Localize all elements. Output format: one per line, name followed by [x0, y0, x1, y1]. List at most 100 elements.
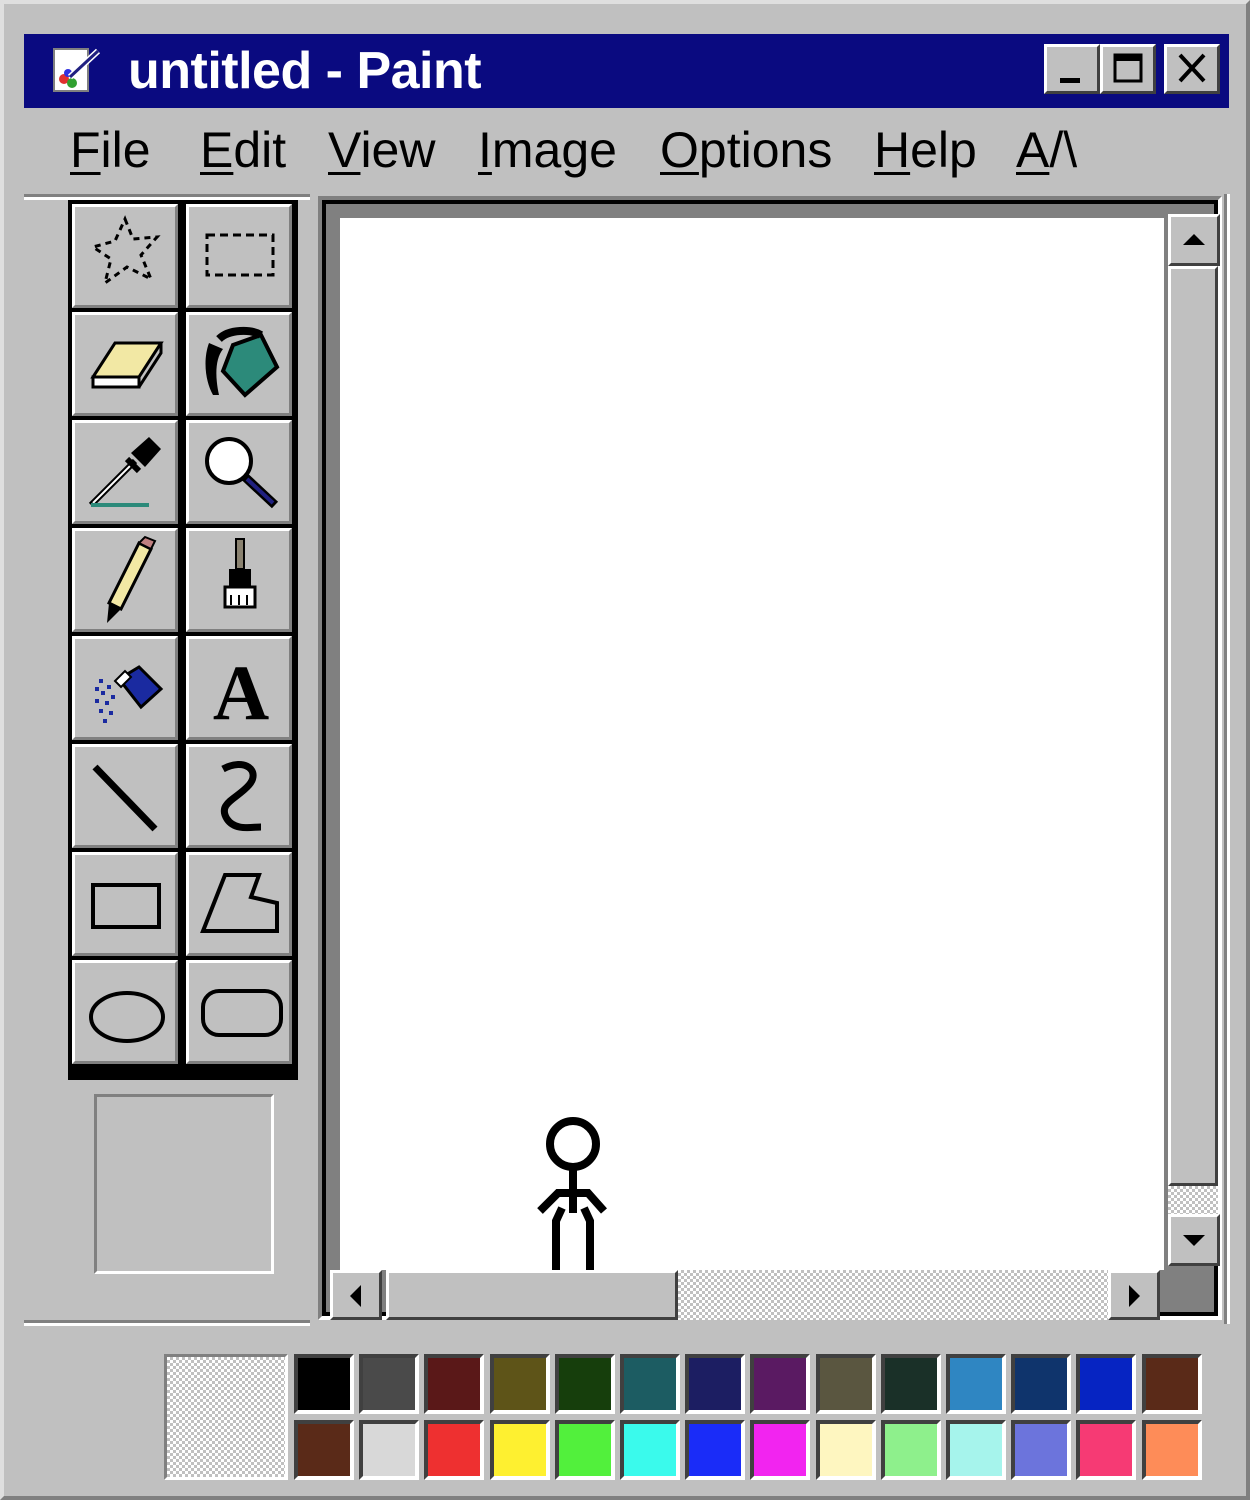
tool-text[interactable]: A [186, 636, 292, 740]
polygon-icon [200, 873, 279, 933]
tool-line[interactable] [72, 744, 178, 848]
color-swatch-fill [624, 1424, 676, 1476]
tool-curve[interactable] [186, 744, 292, 848]
rectangle-select-icon [205, 233, 275, 277]
color-swatch[interactable] [294, 1420, 354, 1480]
color-swatch[interactable] [750, 1354, 811, 1414]
tool-airbrush[interactable] [72, 636, 178, 740]
tool-ellipse[interactable] [72, 960, 178, 1064]
pencil-icon [106, 535, 157, 623]
menu-view-accel: V [328, 122, 361, 178]
color-swatch-fill [558, 1424, 611, 1476]
minimize-button[interactable] [1044, 44, 1100, 94]
tool-rectangle[interactable] [72, 852, 178, 956]
color-swatch[interactable] [1141, 1420, 1202, 1480]
color-swatch[interactable] [489, 1420, 550, 1480]
menu-help-accel: H [874, 122, 911, 178]
tool-pencil[interactable] [72, 528, 178, 632]
tool-free-form-select[interactable] [72, 204, 178, 308]
maximize-button[interactable] [1100, 44, 1156, 94]
title-bar[interactable]: untitled - Paint [24, 34, 1229, 108]
tool-fill-with-color[interactable] [186, 312, 292, 416]
paint-window: untitled - Paint File Edit View Image Op… [0, 0, 1250, 1500]
toolbox-separator-bottom [24, 1320, 310, 1326]
airbrush-icon [95, 665, 164, 723]
color-swatch-fill [1080, 1424, 1133, 1476]
color-swatch[interactable] [620, 1420, 680, 1480]
tool-pick-color[interactable] [72, 420, 178, 524]
fill-bucket-icon [205, 326, 280, 398]
drawing-canvas[interactable] [340, 218, 1164, 1270]
text-tool-glyph: A [213, 649, 269, 736]
current-colors-indicator[interactable] [164, 1354, 288, 1480]
stick-figure-drawing [537, 1117, 607, 1270]
color-swatch[interactable] [359, 1354, 420, 1414]
ellipse-icon [89, 991, 165, 1043]
menu-edit[interactable]: Edit [200, 118, 286, 182]
window-title: untitled - Paint [128, 42, 482, 100]
tool-options-box[interactable] [94, 1094, 274, 1274]
eraser-icon [90, 341, 164, 389]
tool-polygon[interactable] [186, 852, 292, 956]
menu-help[interactable]: Help [874, 118, 977, 182]
color-swatch[interactable] [685, 1420, 746, 1480]
color-swatch[interactable] [1141, 1354, 1202, 1414]
color-swatch[interactable] [554, 1420, 615, 1480]
color-swatch[interactable] [1076, 1420, 1137, 1480]
color-swatch[interactable] [620, 1354, 680, 1414]
color-swatch-fill [493, 1358, 546, 1410]
tool-rectangle-select[interactable] [186, 204, 292, 308]
menu-bar: File Edit View Image Options Help A/\ [24, 114, 1229, 186]
menu-view[interactable]: View [328, 118, 435, 182]
color-swatch[interactable] [489, 1354, 550, 1414]
horizontal-scroll-track[interactable] [678, 1270, 1108, 1320]
tool-brush[interactable] [186, 528, 292, 632]
menu-extra[interactable]: A/\ [1016, 118, 1077, 182]
rounded-rectangle-icon [201, 989, 283, 1037]
color-swatch[interactable] [815, 1420, 876, 1480]
color-swatch[interactable] [946, 1420, 1006, 1480]
color-swatch-fill [754, 1424, 807, 1476]
color-swatch-fill [689, 1424, 742, 1476]
scroll-left-button[interactable] [330, 1270, 382, 1320]
paint-app-icon[interactable] [50, 43, 104, 97]
color-swatch[interactable] [424, 1354, 485, 1414]
menu-help-label: elp [910, 122, 977, 178]
menu-file[interactable]: File [70, 118, 151, 182]
color-swatch[interactable] [880, 1420, 941, 1480]
vertical-scroll-track[interactable] [1168, 1186, 1218, 1214]
color-swatch[interactable] [1076, 1354, 1137, 1414]
color-swatch-fill [493, 1424, 546, 1476]
color-swatch[interactable] [424, 1420, 485, 1480]
toolbox: A [68, 200, 298, 1080]
color-swatch[interactable] [554, 1354, 615, 1414]
color-swatch-fill [884, 1424, 937, 1476]
scroll-down-button[interactable] [1168, 1214, 1220, 1266]
color-swatch[interactable] [1011, 1420, 1072, 1480]
color-swatch-fill [1080, 1358, 1133, 1410]
scroll-up-button[interactable] [1168, 214, 1220, 266]
tool-rounded-rectangle[interactable] [186, 960, 292, 1064]
menu-image[interactable]: Image [478, 118, 617, 182]
tool-magnifier[interactable] [186, 420, 292, 524]
color-swatch[interactable] [815, 1354, 876, 1414]
color-swatch-fill [884, 1358, 937, 1410]
menu-image-label: mage [491, 122, 617, 178]
horizontal-scroll-thumb[interactable] [386, 1270, 678, 1320]
vertical-scroll-thumb[interactable] [1168, 266, 1218, 1186]
color-swatch[interactable] [685, 1354, 746, 1414]
menu-options[interactable]: Options [660, 118, 832, 182]
menu-edit-label: dit [233, 122, 287, 178]
tool-eraser[interactable] [72, 312, 178, 416]
color-swatch[interactable] [946, 1354, 1006, 1414]
close-button[interactable] [1164, 44, 1220, 94]
scroll-right-button[interactable] [1108, 1270, 1160, 1320]
menu-image-accel: I [478, 122, 492, 178]
color-swatch-fill [1145, 1424, 1198, 1476]
color-swatch[interactable] [880, 1354, 941, 1414]
window-right-separator [1224, 194, 1230, 1324]
color-swatch[interactable] [294, 1354, 354, 1414]
color-swatch[interactable] [1011, 1354, 1072, 1414]
color-swatch[interactable] [750, 1420, 811, 1480]
color-swatch[interactable] [359, 1420, 420, 1480]
